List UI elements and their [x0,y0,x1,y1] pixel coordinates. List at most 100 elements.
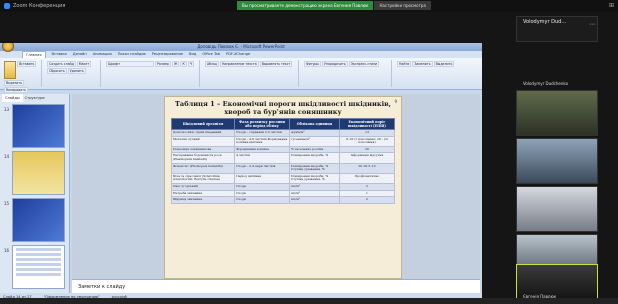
slide-thumbnail[interactable]: 14 [4,151,65,195]
reset-button[interactable]: Сбросить [47,68,67,74]
cell: 20 [338,145,396,154]
cell: <2 [338,129,396,137]
underline-button[interactable]: Ч [187,61,194,67]
paste-icon[interactable] [4,61,16,79]
cell: Профілактично [338,172,396,184]
cell: Метелик лучний [170,135,236,147]
view-options-button[interactable]: Настройки просмотра [374,1,431,10]
current-slide[interactable]: 9 Таблиця 1 – Економічні пороги шкідливо… [164,96,402,279]
tab-home[interactable]: Главная [22,51,46,58]
office-button-icon[interactable] [2,43,14,52]
paste-button[interactable]: Вставить [17,61,37,67]
font-size-select[interactable]: Размер [155,61,171,67]
text-direction-button[interactable]: Направление текста [219,61,259,67]
screen-share-banner: Вы просматриваете демонстрацию экрана Ев… [237,1,431,10]
ribbon-tabs: Главная Вставка Дизайн Анимация Показ сл… [0,51,482,58]
slide-thumbnail[interactable]: 13 [4,104,65,148]
gallery-view-icon[interactable]: ⊞ [609,2,614,9]
slide-number: 15 [4,201,10,206]
taskbar [0,298,618,304]
notes-field[interactable]: Заметки к слайду [72,279,480,293]
cell: Поширення хвороби, % Ступінь ураження, % [288,172,340,184]
tab-outline[interactable]: Структура [25,94,45,102]
video-tile[interactable]: Вячеслав Фріцак [516,138,598,192]
table-row: Біла та сіра гнилі (Sclerotinia scleroti… [170,172,396,184]
font-group: Шрифт Размер Ж К Ч [104,60,200,87]
tab-office-tab[interactable]: Office Tab [202,51,220,58]
cell: Несправжня борошниста роса (Plasmopara h… [170,152,236,164]
slides-pane: Слайды Структура 13 14 15 16 [0,94,70,293]
participants-panel: Volodymyr Dud... ⋯ Volodymyr Dudchenko В… [512,14,618,302]
cell: Сходи [234,189,290,198]
find-button[interactable]: Найти [397,61,412,67]
table-row: Довгоносики: сірий південний Сходи – спра… [170,129,396,137]
ppt-title-bar: Доповідь Павлюк Є. - Microsoft PowerPoin… [0,43,482,52]
video-tile[interactable]: Volodymyr Dudchenko [516,81,598,136]
cell: Біла та сіра гнилі (Sclerotinia scleroti… [170,172,236,184]
header-threshold: Економічний поріг шкідливості (ЕПШ) [338,118,396,130]
arrange-button[interactable]: Упорядочить [321,61,348,67]
shapes-button[interactable]: Фигуры [304,61,321,67]
slide-page-number: 9 [394,99,397,104]
editing-group: Найти Заменить Выделить [395,60,465,87]
layout-button[interactable]: Макет [76,61,92,67]
cut-button[interactable]: Вырезать [4,80,25,86]
zoom-window: Zoom Конференция Вы просматриваете демон… [0,0,618,304]
cell: Період цвітіння [234,172,290,184]
cell: Нетреба звичайна [170,189,236,198]
cell: Довгоносики: сірий південний [170,129,236,137]
tab-design[interactable]: Дизайн [73,51,87,58]
select-button[interactable]: Выделить [433,61,455,67]
cell: 1 [338,189,396,198]
italic-button[interactable]: К [180,61,187,67]
tab-pdf-xchange[interactable]: PDF-XChange [226,51,250,58]
cell: Сходи [234,182,290,191]
video-tile[interactable]: Volodymyr Dud... ⋯ [516,16,598,42]
tab-review[interactable]: Рецензирование [152,51,183,58]
cell: 2 [338,196,396,204]
header-unit: Облікова одиниця [288,118,340,130]
cell: Сходи – 2-4 пари листків [234,162,290,174]
participant-name: Volodymyr Dudchenko [523,81,569,86]
header-organism: Шкідливий організм [170,118,236,130]
paragraph-button[interactable]: Абзац [205,61,219,67]
tab-slideshow[interactable]: Показ слайдов [118,51,146,58]
cell: Інформація відсутня [338,152,396,164]
active-speaker-tile[interactable]: Євгенія Павлюк [516,264,598,302]
cell: Поширення хвороби, % [288,152,340,164]
new-slide-button[interactable]: Создать слайд [47,61,76,67]
font-select[interactable]: Шрифт [106,61,154,67]
slide-thumbnail[interactable]: 15 [4,198,65,242]
zoom-window-title: Zoom Конференция [13,3,66,9]
copy-button[interactable]: Копировать [4,87,28,93]
ppt-title: Доповідь Павлюк Є. - Microsoft PowerPoin… [197,44,285,49]
clipboard-group: Вставить Вырезать Копировать [2,60,42,93]
table-row: Несправжня борошниста роса (Plasmopara h… [170,152,396,164]
table-row: Овес угорський Сходи шт/м² 2 [170,182,396,191]
slide-number: 14 [4,154,10,159]
quick-styles-button[interactable]: Экспресс-стили [348,61,380,67]
table-row: Щириця звичайна Сходи шт/м² 2 [170,196,396,204]
bold-button[interactable]: Ж [172,61,180,67]
tab-slides[interactable]: Слайды [2,94,23,102]
tab-insert[interactable]: Вставка [52,51,67,58]
replace-button[interactable]: Заменить [412,61,433,67]
cell: жуків/м² [288,129,340,137]
more-options-icon[interactable]: ⋯ [589,21,595,28]
table-row: Попелиця соняшникова Формування кошика% з… [170,145,396,154]
cell: Щириця звичайна [170,196,236,204]
table-row: Метелик лучний Сходи – 4-6 листків Формув… [170,135,396,147]
video-tile[interactable]: Вячеслав Ярош [516,186,598,240]
slide-thumbnail[interactable]: 16 [4,245,65,289]
ribbon: Вставить Вырезать Копировать Создать сла… [0,58,482,93]
cell: Овес угорський [170,182,236,191]
header-phase: Фаза розвитку рослини або період обліку [234,118,290,130]
cell: % заселених рослин [288,145,340,154]
align-text-button[interactable]: Выровнять текст [259,61,293,67]
tab-animation[interactable]: Анимация [93,51,112,58]
cell: 20–30 5–10 [338,162,396,174]
threshold-table: Шкідливий організм Фаза розвитку рослини… [170,118,396,204]
tab-view[interactable]: Вид [189,51,196,58]
delete-button[interactable]: Удалить [67,68,86,74]
cell: Формування кошика [234,145,290,154]
